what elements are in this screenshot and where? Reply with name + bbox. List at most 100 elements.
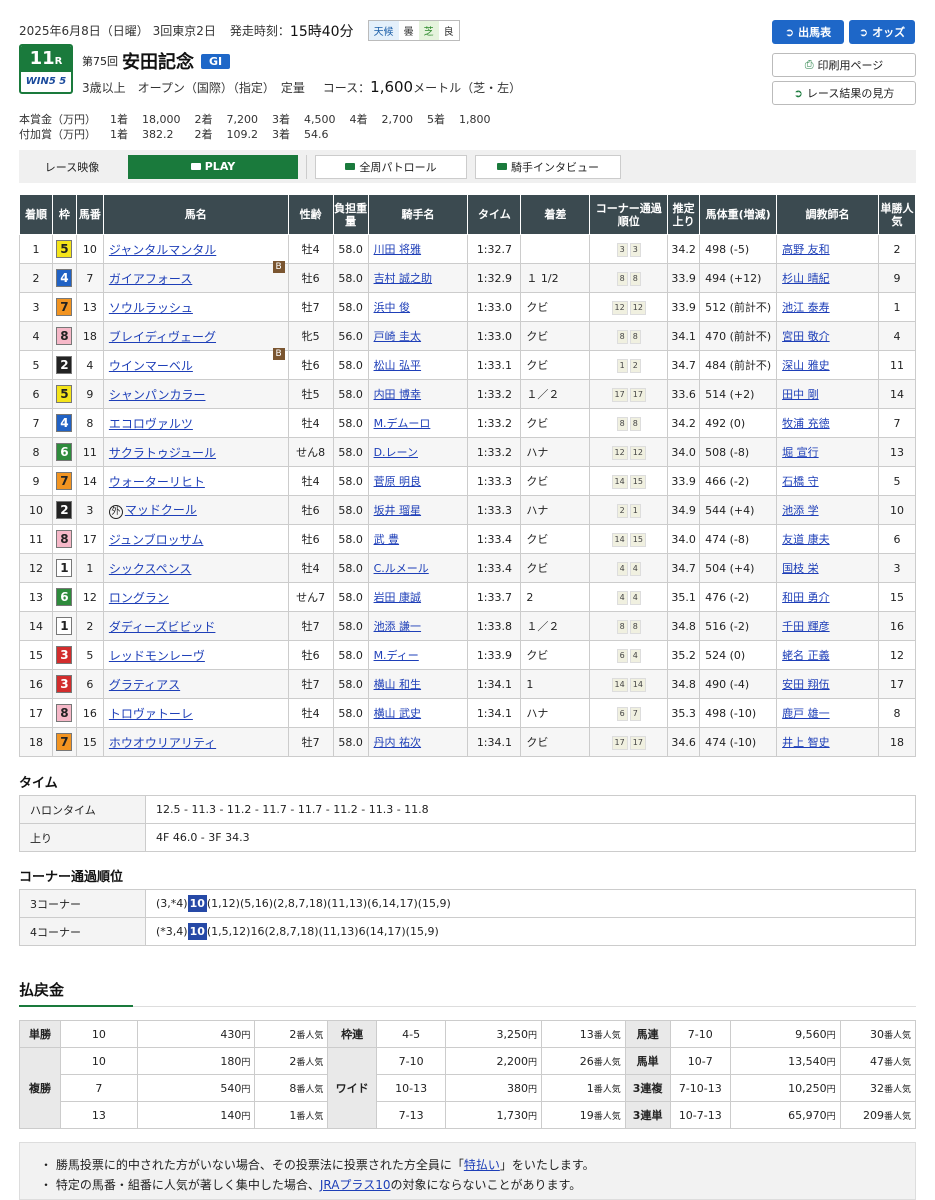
- trainer-link[interactable]: 牧浦 充徳: [782, 417, 830, 430]
- sex-age: 牡5: [287, 379, 334, 409]
- trainer-link[interactable]: 石橋 守: [782, 475, 819, 488]
- jockey-link[interactable]: D.レーン: [374, 446, 418, 459]
- jockey-link[interactable]: M.ディー: [374, 649, 419, 662]
- horse-link[interactable]: グラティアス: [109, 678, 180, 692]
- jockey-link[interactable]: 松山 弘平: [374, 359, 422, 372]
- amount-value: 430: [220, 1027, 242, 1041]
- last-3f: 34.2: [667, 234, 701, 264]
- guide-button[interactable]: ➲ レース結果の見方: [772, 81, 916, 105]
- jockey-link[interactable]: 坂井 瑠星: [374, 504, 422, 517]
- horse-link[interactable]: レッドモンレーヴ: [109, 649, 205, 663]
- trainer-link[interactable]: 堀 宣行: [782, 446, 819, 459]
- jockey-link[interactable]: 内田 博幸: [374, 388, 422, 401]
- popularity-value: 32: [869, 1081, 884, 1095]
- prize-cell: 3着: [272, 128, 290, 141]
- print-button[interactable]: ⎙ 印刷用ページ: [772, 53, 916, 77]
- jockey-link[interactable]: 川田 将雅: [374, 243, 422, 256]
- margin: クビ: [520, 292, 591, 322]
- entry-button[interactable]: ➲ 出馬表: [772, 20, 844, 44]
- odds-button-label: オッズ: [872, 26, 906, 39]
- horse-link[interactable]: ウォーターリヒト: [109, 475, 205, 489]
- jockey-cell: 池添 謙一: [367, 611, 469, 641]
- race-time: 1:33.2: [467, 437, 522, 467]
- weight: 58.0: [332, 553, 369, 583]
- course-unit: メートル（芝・左）: [413, 81, 522, 95]
- payout-combo: 7-10: [669, 1020, 732, 1048]
- horse-link[interactable]: マッドクール: [125, 503, 197, 517]
- horse-link[interactable]: ガイアフォース: [109, 272, 192, 286]
- horse-link[interactable]: ソウルラッシュ: [109, 301, 193, 315]
- margin: クビ: [520, 321, 591, 351]
- frame-cell: 1: [51, 553, 77, 583]
- payout-combo: 4-5: [375, 1020, 447, 1048]
- trainer-link[interactable]: 千田 輝彦: [782, 620, 830, 633]
- last-3f: 34.1: [667, 321, 701, 351]
- trainer-cell: 友道 康夫: [776, 524, 879, 554]
- horse-link[interactable]: トロヴァトーレ: [109, 707, 193, 721]
- sex-age: 牡7: [287, 669, 334, 699]
- special-payout-link[interactable]: 特払い: [464, 1158, 500, 1172]
- horse-link[interactable]: ジャンタルマンタル: [109, 243, 216, 257]
- trainer-cell: 和田 勇介: [776, 582, 879, 612]
- race-time: 1:32.7: [467, 234, 522, 264]
- corner-pos: 15: [629, 532, 646, 547]
- last-3f: 33.6: [667, 379, 701, 409]
- trainer-link[interactable]: 深山 雅史: [782, 359, 830, 372]
- jockey-link[interactable]: 武 豊: [374, 533, 400, 546]
- jockey-link[interactable]: 戸崎 圭太: [374, 330, 422, 343]
- interview-button[interactable]: 騎手インタビュー: [475, 154, 621, 179]
- trainer-link[interactable]: 友道 康夫: [782, 533, 830, 546]
- horse-link[interactable]: ウインマーベル: [109, 359, 193, 373]
- patrol-button-label: 全周パトロール: [359, 160, 437, 174]
- odds-button[interactable]: ➲ オッズ: [849, 20, 915, 44]
- margin: 1: [520, 669, 591, 699]
- horse-link[interactable]: ロングラン: [109, 591, 169, 605]
- horse-cell: サクラトゥジュール: [102, 437, 289, 467]
- sex-age: 牡6: [287, 263, 334, 293]
- horse-link[interactable]: サクラトゥジュール: [109, 446, 216, 460]
- horse-link[interactable]: ジュンブロッサム: [109, 533, 204, 547]
- trainer-link[interactable]: 宮田 敬介: [782, 330, 830, 343]
- trainer-link[interactable]: 高野 友和: [782, 243, 830, 256]
- horse-link[interactable]: ダディーズビビッド: [109, 620, 216, 634]
- trainer-link[interactable]: 杉山 晴紀: [782, 272, 830, 285]
- play-button[interactable]: PLAY: [128, 154, 298, 179]
- table-row: 3 7 13 ソウルラッシュ 牡7 58.0 浜中 俊 1:33.0 クビ 12…: [19, 292, 917, 322]
- corner-cell: 44: [589, 582, 669, 612]
- jockey-link[interactable]: 浜中 俊: [374, 301, 411, 314]
- jockey-link[interactable]: M.デムーロ: [374, 417, 431, 430]
- horse-number: 15: [75, 727, 104, 757]
- trainer-link[interactable]: 安田 翔伍: [782, 678, 830, 691]
- horse-link[interactable]: ホウオウリアリティ: [109, 736, 216, 750]
- jockey-link[interactable]: C.ルメール: [374, 562, 429, 575]
- body-weight: 514 (+2): [699, 379, 778, 409]
- jra-plus10-link[interactable]: JRAプラス10: [320, 1178, 391, 1192]
- horse-link[interactable]: ブレイディヴェーグ: [109, 330, 216, 344]
- jockey-link[interactable]: 池添 謙一: [374, 620, 422, 633]
- trainer-link[interactable]: 国枝 栄: [782, 562, 819, 575]
- corner-cell: 33: [589, 234, 669, 264]
- trainer-link[interactable]: 池添 学: [782, 504, 819, 517]
- horse-link[interactable]: シャンパンカラー: [109, 388, 206, 402]
- trainer-link[interactable]: 池江 泰寿: [782, 301, 830, 314]
- jockey-link[interactable]: 菅原 明良: [374, 475, 422, 488]
- trainer-link[interactable]: 和田 勇介: [782, 591, 830, 604]
- trainer-link[interactable]: 蛯名 正義: [782, 649, 830, 662]
- finish-position: 8: [19, 437, 53, 467]
- jockey-link[interactable]: 吉村 誠之助: [374, 272, 433, 285]
- umaren-label: 馬連: [624, 1020, 671, 1048]
- margin: ハナ: [520, 437, 591, 467]
- finish-position: 3: [19, 292, 53, 322]
- jockey-link[interactable]: 岩田 康誠: [374, 591, 422, 604]
- trainer-link[interactable]: 井上 智史: [782, 736, 830, 749]
- payout-amount: 13,540円: [730, 1047, 841, 1075]
- trainer-link[interactable]: 鹿戸 雄一: [782, 707, 830, 720]
- horse-link[interactable]: エコロヴァルツ: [109, 417, 193, 431]
- trainer-link[interactable]: 田中 剛: [782, 388, 819, 401]
- jockey-link[interactable]: 丹内 祐次: [374, 736, 422, 749]
- jockey-link[interactable]: 横山 和生: [374, 678, 422, 691]
- jockey-cell: 吉村 誠之助: [367, 263, 469, 293]
- jockey-link[interactable]: 横山 武史: [374, 707, 422, 720]
- horse-link[interactable]: シックスペンス: [109, 562, 192, 576]
- patrol-button[interactable]: 全周パトロール: [315, 154, 467, 179]
